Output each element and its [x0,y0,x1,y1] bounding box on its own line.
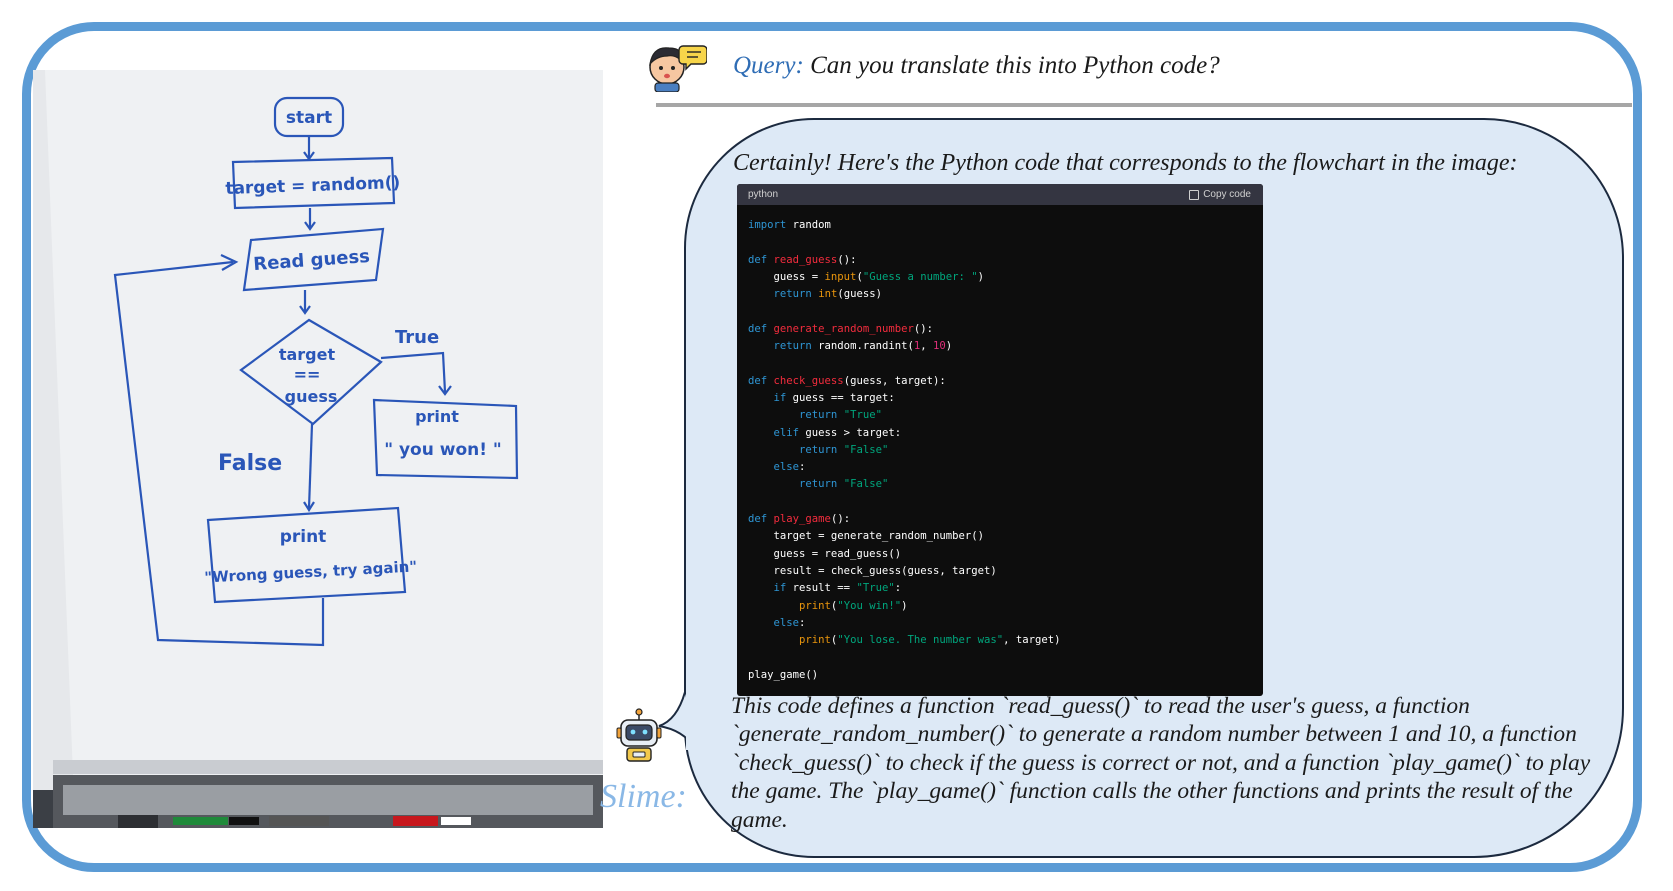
response-intro: Certainly! Here's the Python code that c… [733,150,1518,176]
flow-cond-line1: target [279,345,336,364]
code-header: python Copy code [737,184,1263,205]
query-divider [656,103,1632,107]
query-label: Query: [733,52,804,79]
whiteboard-photo: start target = random() Read guess targe… [33,70,603,828]
flow-false-label: False [218,451,282,476]
flow-win-line2: " you won! " [384,440,502,460]
flow-cond-line2: == [294,365,321,384]
robot-avatar-icon [615,708,663,762]
bubble-tail [658,690,698,750]
code-language: python [748,189,779,200]
flow-win-line1: print [415,407,459,426]
bot-name: Slime: [600,778,687,815]
flow-start-text: start [286,108,332,128]
copy-code-label: Copy code [1203,189,1251,200]
flow-lose-line1: print [280,527,327,547]
query-text: Can you translate this into Python code? [810,52,1220,79]
code-body: import random def read_guess(): guess = … [748,219,1061,681]
response-explanation: This code defines a function `read_guess… [731,693,1591,833]
flow-true-label: True [395,327,439,348]
user-avatar-icon [645,40,708,93]
copy-icon [1189,189,1200,200]
user-query: Query: Can you translate this into Pytho… [733,52,1220,80]
flow-cond-line3: guess [285,387,338,406]
code-block: python Copy code import random def read_… [737,184,1263,696]
copy-code-button[interactable]: Copy code [1189,189,1251,200]
